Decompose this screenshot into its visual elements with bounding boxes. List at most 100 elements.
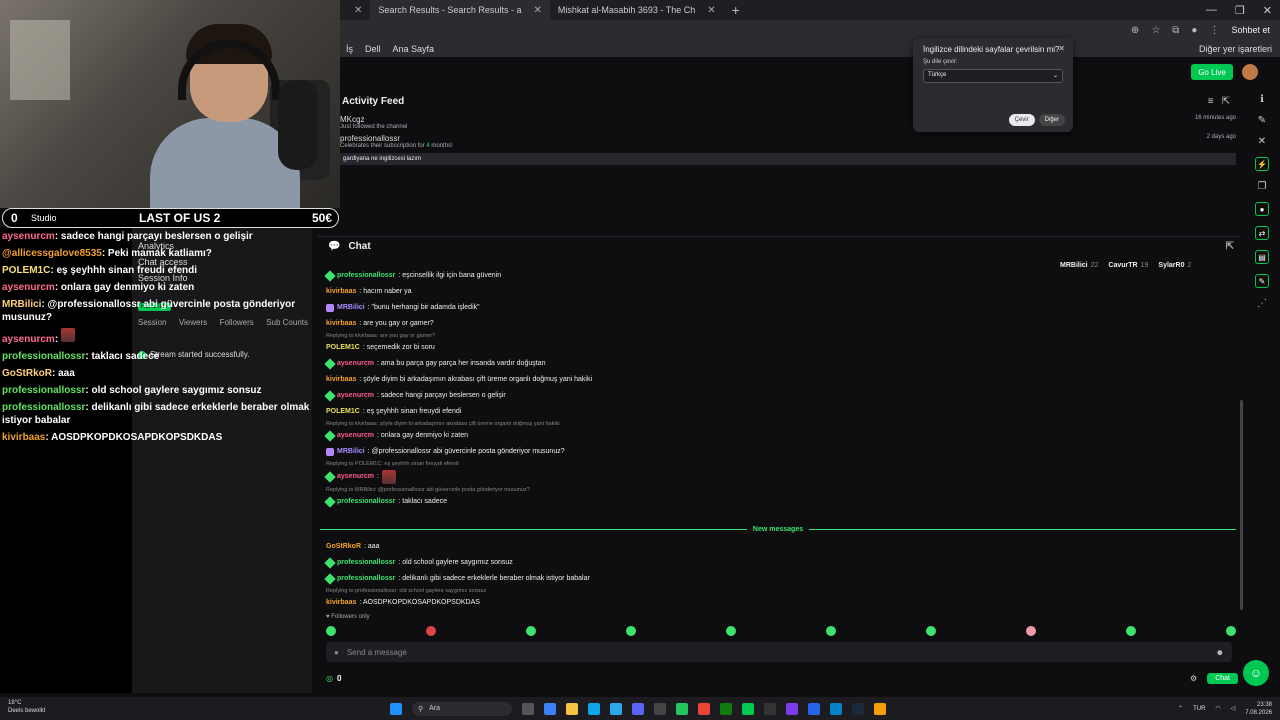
tab-mishkat[interactable]: Mishkat al-Masabih 3693 - The Ch ✕ xyxy=(550,0,724,20)
chat-username[interactable]: MRBilici xyxy=(337,446,365,458)
chat-username[interactable]: kivirbaas xyxy=(326,318,356,330)
maximize-icon[interactable]: ❐ xyxy=(1235,4,1245,17)
chat-username[interactable]: kivirbaas xyxy=(326,374,356,386)
app-icon[interactable] xyxy=(764,702,776,715)
taskbar-search[interactable]: ⚲ Ara xyxy=(412,701,512,716)
chrome-icon[interactable] xyxy=(698,702,710,715)
pencil-icon[interactable]: ✎ xyxy=(1258,115,1266,126)
profile-icon[interactable]: ● xyxy=(1191,25,1197,36)
bookmark-ana-sayfa[interactable]: Ana Sayfa xyxy=(393,44,435,54)
folder-icon[interactable] xyxy=(566,702,578,715)
telegram-icon[interactable] xyxy=(610,702,622,715)
emote-icon[interactable] xyxy=(426,626,436,636)
tab-close-first[interactable]: ✕ xyxy=(340,0,370,20)
emote-icon[interactable] xyxy=(1126,626,1136,636)
wrench-icon[interactable]: ✎ xyxy=(1255,274,1269,288)
wifi-icon[interactable]: ◠ xyxy=(1215,705,1220,712)
xbox-icon[interactable] xyxy=(720,702,732,715)
copy-icon[interactable]: ❐ xyxy=(1258,181,1267,192)
emote-icon[interactable] xyxy=(1026,626,1036,636)
close-icon[interactable]: ✕ xyxy=(707,5,715,16)
menu-icon[interactable]: ⋮ xyxy=(1209,25,1219,36)
bookmark-other[interactable]: Diğer yer işaretleri xyxy=(1199,44,1280,54)
discord-icon[interactable] xyxy=(632,702,644,715)
star-icon[interactable]: ☆ xyxy=(1151,25,1160,36)
share-icon[interactable]: ⋰ xyxy=(1257,298,1267,309)
clock[interactable]: 23:38 7.08.2026 xyxy=(1245,701,1272,717)
emote-icon[interactable] xyxy=(826,626,836,636)
bolt-icon[interactable]: ⚡ xyxy=(1255,157,1269,171)
kick-icon[interactable] xyxy=(742,702,754,715)
chat-username[interactable]: POLEM1C xyxy=(326,342,360,354)
chat-bubble-icon[interactable]: ● xyxy=(1255,202,1269,216)
chat-username[interactable]: aysenurcm xyxy=(337,390,374,402)
avatar[interactable] xyxy=(1242,64,1258,80)
chat-username[interactable]: aysenurcm xyxy=(337,471,374,483)
bookmark-is[interactable]: İş xyxy=(346,44,353,54)
extensions-icon[interactable]: ⧉ xyxy=(1172,25,1179,36)
lang-indicator[interactable]: TUR xyxy=(1193,706,1205,712)
chat-username[interactable]: professionallossr xyxy=(337,557,395,569)
swap-icon[interactable]: ⇄ xyxy=(1255,226,1269,240)
layout-icon[interactable]: ▤ xyxy=(1255,250,1269,264)
close-icon[interactable]: ✕ xyxy=(1258,136,1266,147)
start-icon[interactable] xyxy=(390,702,402,715)
chat-fab-button[interactable]: ☺ xyxy=(1243,660,1269,686)
emote-icon[interactable] xyxy=(626,626,636,636)
go-live-button[interactable]: Go Live xyxy=(1191,64,1233,80)
close-window-icon[interactable]: ✕ xyxy=(1263,4,1272,17)
close-icon[interactable]: ✕ xyxy=(533,5,541,16)
emote-icon[interactable] xyxy=(1226,626,1236,636)
other-button[interactable]: Diğer xyxy=(1038,114,1065,126)
app-icon[interactable] xyxy=(786,702,798,715)
chat-username[interactable]: professionallossr xyxy=(337,496,395,508)
language-select[interactable]: Türkçe ⌄ xyxy=(923,69,1063,83)
chat-username[interactable]: professionallossr xyxy=(337,573,395,585)
volume-icon[interactable]: ◁ xyxy=(1231,705,1236,712)
emoji-icon[interactable]: ☻ xyxy=(1216,648,1224,657)
chat-username[interactable]: professionallossr xyxy=(337,270,395,282)
app-icon[interactable] xyxy=(808,702,820,715)
app-icon[interactable] xyxy=(654,702,666,715)
emote-icon[interactable] xyxy=(926,626,936,636)
chat-username[interactable]: aysenurcm xyxy=(337,358,374,370)
gear-icon[interactable]: ⚙ xyxy=(1190,674,1197,683)
filter-icon[interactable]: ≡ xyxy=(1208,96,1214,107)
chat-username[interactable]: MRBilici xyxy=(337,302,365,314)
emote-icon[interactable] xyxy=(326,626,336,636)
chat-icon: 💬 xyxy=(328,241,341,252)
studio-label[interactable]: Studio xyxy=(31,213,57,223)
send-chat-button[interactable]: Chat xyxy=(1207,672,1238,684)
minimize-icon[interactable]: — xyxy=(1206,4,1217,16)
close-icon[interactable]: ✕ xyxy=(1058,44,1065,53)
weather-widget[interactable]: 18°C Deels bewolkt xyxy=(8,699,45,715)
bookmark-dell[interactable]: Dell xyxy=(365,44,381,54)
steam-icon[interactable] xyxy=(852,702,864,715)
info-icon[interactable]: ℹ xyxy=(1260,94,1264,105)
chevron-up-icon[interactable]: ⌃ xyxy=(1178,705,1183,712)
chat-username[interactable]: POLEM1C xyxy=(326,406,360,418)
translate-icon[interactable]: ⊕ xyxy=(1131,25,1139,36)
translate-button[interactable]: Çevir xyxy=(1008,114,1035,126)
app-icon[interactable] xyxy=(874,702,886,715)
app-icon[interactable] xyxy=(676,702,688,715)
task-view-icon[interactable] xyxy=(522,702,534,715)
chat-username[interactable]: GoStRkoR xyxy=(326,541,361,553)
chat-assistant-button[interactable]: Sohbet et xyxy=(1231,25,1270,35)
new-tab-button[interactable]: + xyxy=(732,2,740,18)
chat-scrollbar[interactable] xyxy=(1240,400,1243,610)
points-display[interactable]: ◎ 0 xyxy=(326,674,341,683)
app-icon[interactable] xyxy=(830,702,842,715)
chat-text: : hacım naber ya xyxy=(359,288,412,295)
tab-search-results[interactable]: Search Results - Search Results - a ✕ xyxy=(370,0,550,20)
emote-icon[interactable] xyxy=(526,626,536,636)
chat-username[interactable]: aysenurcm xyxy=(337,430,374,442)
chat-username[interactable]: kivirbaas xyxy=(326,286,356,298)
app-icon[interactable] xyxy=(544,702,556,715)
edge-icon[interactable] xyxy=(588,702,600,715)
popout-icon[interactable]: ⇱ xyxy=(1226,241,1240,252)
chat-username[interactable]: kivirbaas xyxy=(326,597,356,609)
message-input[interactable]: ● Send a message ☻ xyxy=(326,642,1232,662)
popout-icon[interactable]: ⇱ xyxy=(1222,96,1230,107)
emote-icon[interactable] xyxy=(726,626,736,636)
